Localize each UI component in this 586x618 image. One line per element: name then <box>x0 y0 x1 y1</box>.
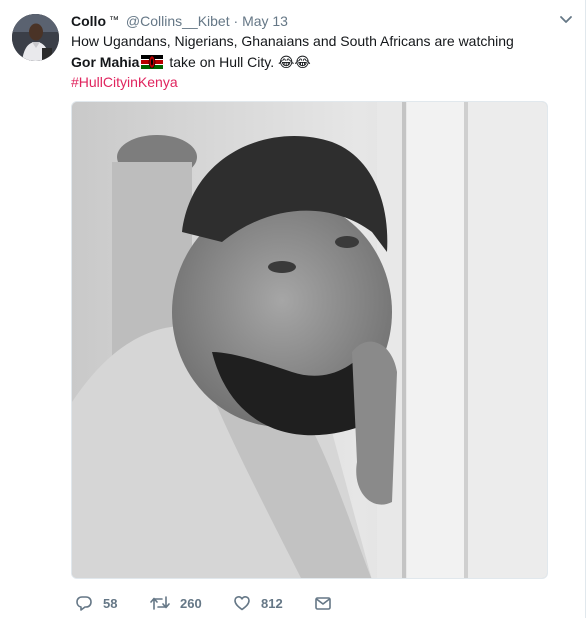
avatar-image <box>12 14 59 61</box>
direct-message-button[interactable] <box>314 593 332 613</box>
author-badge: ™ <box>109 15 119 26</box>
reply-count: 58 <box>103 595 118 611</box>
separator: · <box>233 13 239 29</box>
reply-button[interactable]: 58 <box>75 593 117 613</box>
more-options-chevron-down-icon[interactable] <box>557 10 575 28</box>
tweet-text-part2: take on Hull City. <box>165 54 279 70</box>
heart-icon <box>234 596 250 611</box>
retweet-count: 260 <box>180 595 202 611</box>
tweet-date[interactable]: May 13 <box>242 13 288 29</box>
author-handle[interactable]: @Collins__Kibet <box>126 13 230 29</box>
hashtag-link[interactable]: #HullCityinKenya <box>71 73 178 91</box>
envelope-icon <box>315 597 331 610</box>
tweet-text-bold: Gor Mahia <box>71 54 140 70</box>
tweet-text: How Ugandans, Nigerians, Ghanaians and S… <box>71 31 541 74</box>
tweet-text-part1: How Ugandans, Nigerians, Ghanaians and S… <box>71 33 514 49</box>
tweet-card[interactable]: Collo ™ @Collins__Kibet · May 13 How Ugan… <box>0 0 586 618</box>
photo-image <box>72 102 547 578</box>
tweet-photo[interactable] <box>71 101 548 579</box>
like-button[interactable]: 812 <box>233 593 283 613</box>
retweet-button[interactable]: 260 <box>150 593 202 613</box>
kenya-flag-icon <box>141 54 164 69</box>
tweet-header: Collo ™ @Collins__Kibet · May 13 <box>71 11 288 31</box>
reply-icon <box>76 596 92 611</box>
avatar[interactable] <box>12 14 59 61</box>
laughing-emoji-icon: 😂😂 <box>278 55 311 71</box>
retweet-icon <box>150 596 170 610</box>
author-name[interactable]: Collo <box>71 13 106 29</box>
like-count: 812 <box>261 595 283 611</box>
